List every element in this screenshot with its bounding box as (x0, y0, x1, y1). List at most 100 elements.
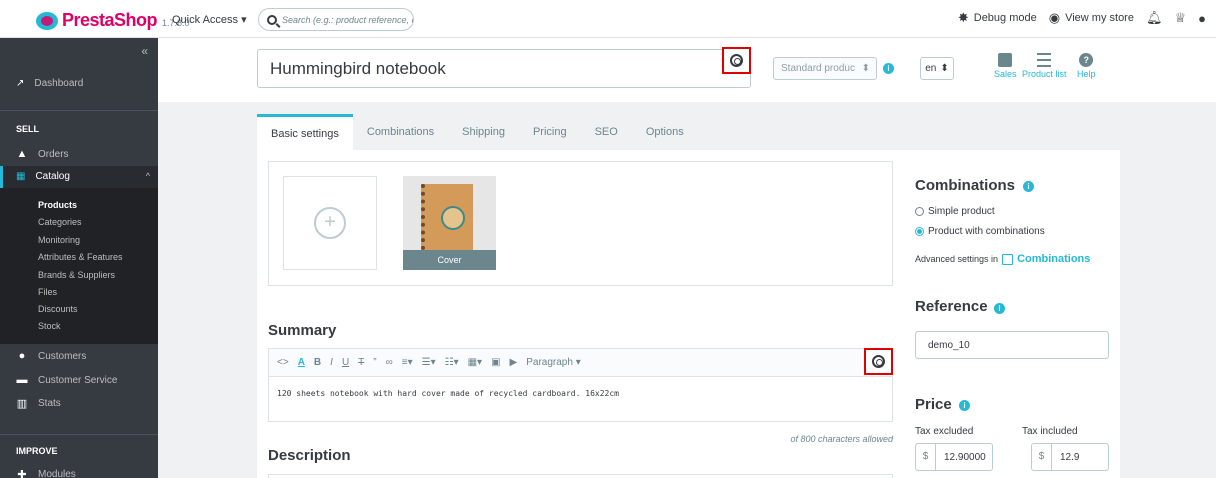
catalog-submenu: Products Categories Monitoring Attribute… (0, 188, 158, 344)
ai-generate-summary-button[interactable] (864, 348, 893, 375)
prestashop-logo[interactable]: PrestaShop 1.7.8.0 (36, 10, 190, 31)
submenu-stock[interactable]: Stock (38, 321, 61, 331)
combinations-link[interactable]: Combinations (1017, 253, 1090, 265)
tab-combinations[interactable]: Combinations (353, 114, 448, 150)
product-name-value: Hummingbird notebook (270, 59, 446, 78)
sidebar-item-stats[interactable]: ▥ Stats (16, 397, 61, 410)
tab-options[interactable]: Options (632, 114, 698, 150)
view-store-label: View my store (1065, 12, 1134, 24)
search-input[interactable]: Search (e.g.: product reference, custon (282, 15, 413, 25)
product-type-select[interactable]: Standard produc ⬍ (773, 57, 877, 80)
numbered-list-icon[interactable]: ☷▾ (445, 357, 459, 368)
product-tabs: Basic settings Combinations Shipping Pri… (257, 114, 698, 150)
view-store-link[interactable]: ◉ View my store (1049, 10, 1134, 26)
summary-textarea[interactable]: 120 sheets notebook with hard cover made… (269, 377, 892, 410)
trending-icon: ↗ (16, 78, 25, 89)
link-icon[interactable]: ∞ (386, 357, 393, 368)
bell-icon[interactable]: 🔔︎ (1146, 10, 1163, 26)
puzzle-icon: ✚ (17, 469, 27, 478)
quote-icon[interactable]: ” (373, 357, 376, 368)
align-icon[interactable]: ≡▾ (402, 357, 413, 368)
product-list-label: Product list (1022, 69, 1067, 79)
submenu-monitoring[interactable]: Monitoring (38, 235, 80, 245)
sidebar-item-orders[interactable]: ▲ Orders (16, 148, 69, 160)
sidebar-item-label: Catalog (35, 171, 70, 182)
stats-icon (998, 53, 1013, 67)
media-icon[interactable]: ▶ (510, 357, 518, 368)
price-tax-included-input[interactable]: $ 12.9 (1031, 443, 1109, 471)
ai-generate-name-button[interactable] (722, 47, 751, 74)
sidebar-item-customer-service[interactable]: ▬ Customer Service (16, 374, 118, 386)
openai-icon (872, 355, 885, 368)
submenu-attributes[interactable]: Attributes & Features (38, 252, 123, 262)
table-icon[interactable]: ▦▾ (468, 357, 482, 368)
chart-icon: ▥ (16, 398, 28, 410)
search-box[interactable]: Search (e.g.: product reference, custon (258, 8, 414, 31)
advanced-settings: Advanced settings in Combinations (915, 253, 1090, 265)
submenu-files[interactable]: Files (38, 287, 57, 297)
debug-mode-link[interactable]: ✸ Debug mode (958, 10, 1037, 26)
openai-icon (730, 54, 743, 67)
price-excl-value: 12.90000 (944, 451, 986, 463)
help-icon: ? (1079, 53, 1094, 67)
product-with-combinations-radio[interactable]: Product with combinations (915, 226, 1045, 237)
price-incl-value: 12.9 (1060, 451, 1080, 463)
text-color-icon[interactable]: A (298, 357, 305, 368)
basket-icon: ▲ (16, 148, 28, 160)
italic-icon[interactable]: I (330, 357, 333, 368)
language-select[interactable]: en ⬍ (920, 57, 954, 80)
sales-button[interactable]: Sales (994, 53, 1017, 79)
product-list-button[interactable]: Product list (1022, 53, 1067, 79)
currency-symbol: $ (916, 444, 936, 470)
info-icon[interactable]: i (1023, 181, 1034, 192)
chevron-up-icon: ^ (145, 171, 150, 181)
sidebar-item-modules[interactable]: ✚ Modules (16, 468, 76, 478)
trophy-icon[interactable]: ♕ (1174, 10, 1186, 26)
with-combinations-label: Product with combinations (928, 226, 1045, 237)
reference-input[interactable]: demo_10 (915, 331, 1109, 359)
account-icon[interactable]: ● (1198, 11, 1206, 26)
bold-icon[interactable]: B (314, 357, 321, 368)
submenu-products[interactable]: Products (38, 200, 77, 210)
tab-seo[interactable]: SEO (581, 114, 632, 150)
info-icon[interactable]: i (883, 63, 894, 74)
paragraph-format-select[interactable]: Paragraph ▾ (526, 357, 581, 368)
bullet-list-icon[interactable]: ☰▾ (422, 357, 436, 368)
tab-basic-settings[interactable]: Basic settings (257, 114, 353, 150)
add-image-button[interactable]: + (283, 176, 377, 270)
user-icon: ● (18, 350, 26, 362)
collapse-sidebar-icon[interactable]: « (141, 44, 148, 58)
store-icon: ▦ (16, 171, 26, 182)
tab-pricing[interactable]: Pricing (519, 114, 581, 150)
debug-mode-label: Debug mode (973, 12, 1037, 24)
strikethrough-icon[interactable]: T (358, 357, 364, 368)
combinations-title: Combinations (915, 177, 1015, 194)
search-icon (267, 14, 277, 25)
sidebar-item-label: Dashboard (34, 78, 84, 89)
info-icon[interactable]: i (959, 400, 970, 411)
product-type-value: Standard produc (781, 63, 855, 74)
submenu-brands[interactable]: Brands & Suppliers (38, 270, 115, 280)
help-button[interactable]: ? Help (1077, 53, 1096, 79)
info-icon[interactable]: i (994, 303, 1005, 314)
submenu-discounts[interactable]: Discounts (38, 304, 78, 314)
underline-icon[interactable]: U (342, 357, 349, 368)
cover-image[interactable]: Cover (403, 176, 496, 270)
sidebar-item-dashboard[interactable]: ↗ Dashboard (16, 78, 83, 89)
quick-access-menu[interactable]: Quick Access ▾ (172, 13, 247, 26)
brand-name: PrestaShop (62, 10, 158, 30)
sort-caret-icon: ⬍ (861, 63, 870, 74)
image-icon[interactable]: ▣ (491, 357, 500, 368)
price-tax-excluded-input[interactable]: $ 12.90000 (915, 443, 993, 471)
sidebar-item-label: Modules (38, 469, 76, 478)
sidebar-item-label: Stats (38, 398, 61, 409)
description-editor[interactable] (268, 474, 893, 478)
eye-icon: ◉ (1048, 10, 1061, 25)
code-view-icon[interactable]: <> (277, 357, 289, 368)
simple-product-radio[interactable]: Simple product (915, 206, 995, 217)
submenu-categories[interactable]: Categories (38, 217, 82, 227)
sidebar-item-catalog[interactable]: ▦ Catalog ^ (0, 166, 158, 188)
product-name-input[interactable]: Hummingbird notebook (257, 49, 751, 88)
sidebar-item-customers[interactable]: ● Customers (16, 350, 87, 362)
tab-shipping[interactable]: Shipping (448, 114, 519, 150)
